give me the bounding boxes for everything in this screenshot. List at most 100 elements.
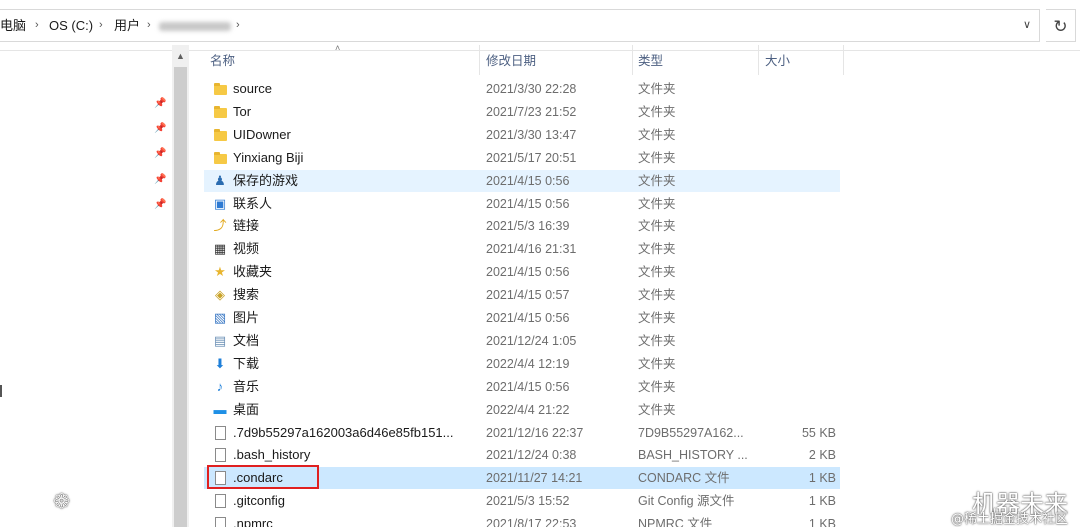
file-type: BASH_HISTORY ... [638, 448, 748, 463]
watermark-credit: @稀土掘金技术社区 [950, 512, 1068, 527]
column-header-type[interactable]: 类型 [632, 45, 758, 78]
pin-icon[interactable]: 📌 [154, 147, 166, 161]
scroll-up-arrow-icon[interactable]: ▲ [172, 49, 189, 63]
desktop-icon: ▬ [213, 401, 227, 417]
file-size: 1 KB [808, 517, 836, 527]
file-row[interactable]: ▦ 视频 2021/4/16 21:31 文件夹 [204, 238, 840, 260]
file-size: 1 KB [808, 494, 836, 509]
contacts-icon: ▣ [213, 195, 227, 211]
file-date: 2021/12/24 1:05 [486, 333, 577, 348]
file-date: 2021/8/17 22:53 [486, 517, 577, 527]
file-name: Yinxiang Biji [233, 149, 304, 165]
file-type: 文件夹 [638, 82, 676, 96]
file-row[interactable]: ♪ 音乐 2021/4/15 0:56 文件夹 [204, 376, 840, 398]
file-row[interactable]: ⤴ 链接 2021/5/3 16:39 文件夹 [204, 215, 840, 237]
breadcrumb-separator[interactable]: › [147, 10, 151, 41]
file-type: Git Config 源文件 [638, 494, 735, 509]
breadcrumb-separator[interactable]: › [99, 10, 103, 41]
breadcrumb-item-users[interactable]: 用户 [114, 10, 140, 41]
file-row[interactable]: .npmrc 2021/8/17 22:53 NPMRC 文件 1 KB [204, 513, 840, 527]
file-icon [211, 490, 229, 512]
file-row[interactable]: UIDowner 2021/3/30 13:47 文件夹 [204, 124, 840, 146]
pin-icon[interactable]: 📌 [154, 173, 166, 187]
file-size: 55 KB [801, 425, 836, 440]
file-name: 视频 [233, 241, 260, 257]
address-bar[interactable]: 电脑 › OS (C:) › 用户 › › ∨ [0, 9, 1040, 42]
file-type: 7D9B55297A162... [638, 425, 744, 440]
file-row[interactable]: Yinxiang Biji 2021/5/17 20:51 文件夹 [204, 147, 840, 169]
file-row[interactable]: .7d9b55297a162003a6d46e85fb151... 2021/12… [204, 422, 840, 444]
file-size [764, 147, 836, 169]
file-type: 文件夹 [638, 379, 676, 394]
highlight-annotation-box [207, 465, 319, 489]
file-row[interactable]: .bash_history 2021/12/24 0:38 BASH_HISTORY… [204, 444, 840, 466]
links-icon: ⤴ [213, 218, 227, 234]
file-row[interactable]: ▧ 图片 2021/4/15 0:56 文件夹 [204, 307, 840, 329]
file-type: 文件夹 [638, 311, 676, 325]
file-row[interactable]: .gitconfig 2021/5/3 15:52 Git Config 源文件 1 … [204, 490, 840, 512]
file-date: 2021/3/30 22:28 [486, 82, 577, 96]
file-size [764, 376, 836, 398]
file-size [764, 170, 836, 192]
file-name: 图片 [233, 310, 260, 325]
file-size [764, 238, 836, 260]
folder-icon [211, 101, 229, 123]
file-row[interactable]: ⬇ 下载 2022/4/4 12:19 文件夹 [204, 353, 840, 375]
file-type: 文件夹 [638, 127, 676, 142]
file-size [764, 307, 836, 329]
breadcrumb-separator[interactable]: › [35, 10, 39, 41]
pin-icon[interactable]: 📌 [154, 122, 166, 136]
column-header-size[interactable]: 大小 [759, 45, 843, 78]
file-date: 2021/4/15 0:56 [486, 173, 570, 188]
file-name: 保存的游戏 [233, 172, 299, 188]
file-row[interactable]: ◈ 搜索 2021/4/15 0:57 文件夹 [204, 284, 840, 306]
documents-icon: ▤ [213, 332, 227, 348]
file-type: 文件夹 [638, 356, 676, 371]
saved-games-icon: ♟ [214, 172, 226, 188]
file-date: 2021/12/24 0:38 [486, 448, 577, 463]
file-row[interactable]: Tor 2021/7/23 21:52 文件夹 [204, 101, 840, 123]
column-header-name[interactable]: 名称 [204, 45, 480, 78]
column-divider[interactable] [843, 45, 844, 75]
wechat-icon: ❁ [53, 489, 70, 513]
file-row[interactable]: ▣ 联系人 2021/4/15 0:56 文件夹 [204, 193, 840, 215]
refresh-icon[interactable]: ↻ [1046, 9, 1076, 42]
searches-icon: ◈ [215, 287, 225, 303]
music-icon: ♪ [216, 378, 224, 394]
navigation-pane: 📌 📌 📌 📌 📌 [0, 52, 172, 527]
file-date: 2021/4/15 0:56 [486, 311, 570, 325]
file-row[interactable]: ▤ 文档 2021/12/24 1:05 文件夹 [204, 330, 840, 352]
pin-icon[interactable]: 📌 [154, 198, 166, 212]
address-bar-row: 电脑 › OS (C:) › 用户 › › ∨ ↻ [0, 0, 1080, 51]
folder-icon [211, 78, 229, 100]
breadcrumb-separator[interactable]: › [236, 10, 240, 41]
vertical-scrollbar[interactable]: ▲ [172, 45, 189, 527]
file-date: 2021/12/16 22:37 [486, 425, 584, 440]
file-type: NPMRC 文件 [638, 517, 713, 527]
file-size [764, 124, 836, 146]
file-size [764, 78, 836, 100]
file-icon [211, 422, 229, 444]
chevron-down-icon[interactable]: ∨ [1016, 10, 1038, 41]
file-row[interactable]: source 2021/3/30 22:28 文件夹 [204, 78, 840, 100]
file-date: 2021/4/16 21:31 [486, 242, 577, 257]
column-header-date[interactable]: 修改日期 [480, 45, 632, 78]
file-size [764, 284, 836, 306]
file-date: 2022/4/4 21:22 [486, 402, 570, 417]
file-name: UIDowner [233, 126, 291, 142]
file-row[interactable]: ★ 收藏夹 2021/4/15 0:56 文件夹 [204, 261, 840, 283]
videos-icon: ▦ [213, 241, 227, 257]
file-row[interactable]: ▬ 桌面 2022/4/4 21:22 文件夹 [204, 399, 840, 421]
pin-icon[interactable]: 📌 [154, 97, 166, 111]
file-name: 音乐 [233, 378, 260, 394]
breadcrumb-item-user-blurred[interactable] [159, 22, 231, 31]
file-type: 文件夹 [638, 288, 676, 303]
file-name: .bash_history [233, 447, 311, 463]
file-name: .gitconfig [233, 493, 286, 509]
scrollbar-thumb[interactable] [174, 67, 187, 527]
breadcrumb-item-c-drive[interactable]: OS (C:) [49, 10, 93, 41]
breadcrumb-item-this-pc[interactable]: 电脑 [0, 10, 26, 41]
file-name: 联系人 [233, 195, 273, 211]
file-name: Tor [233, 103, 252, 119]
file-row[interactable]: ♟ 保存的游戏 2021/4/15 0:56 文件夹 [204, 169, 840, 192]
